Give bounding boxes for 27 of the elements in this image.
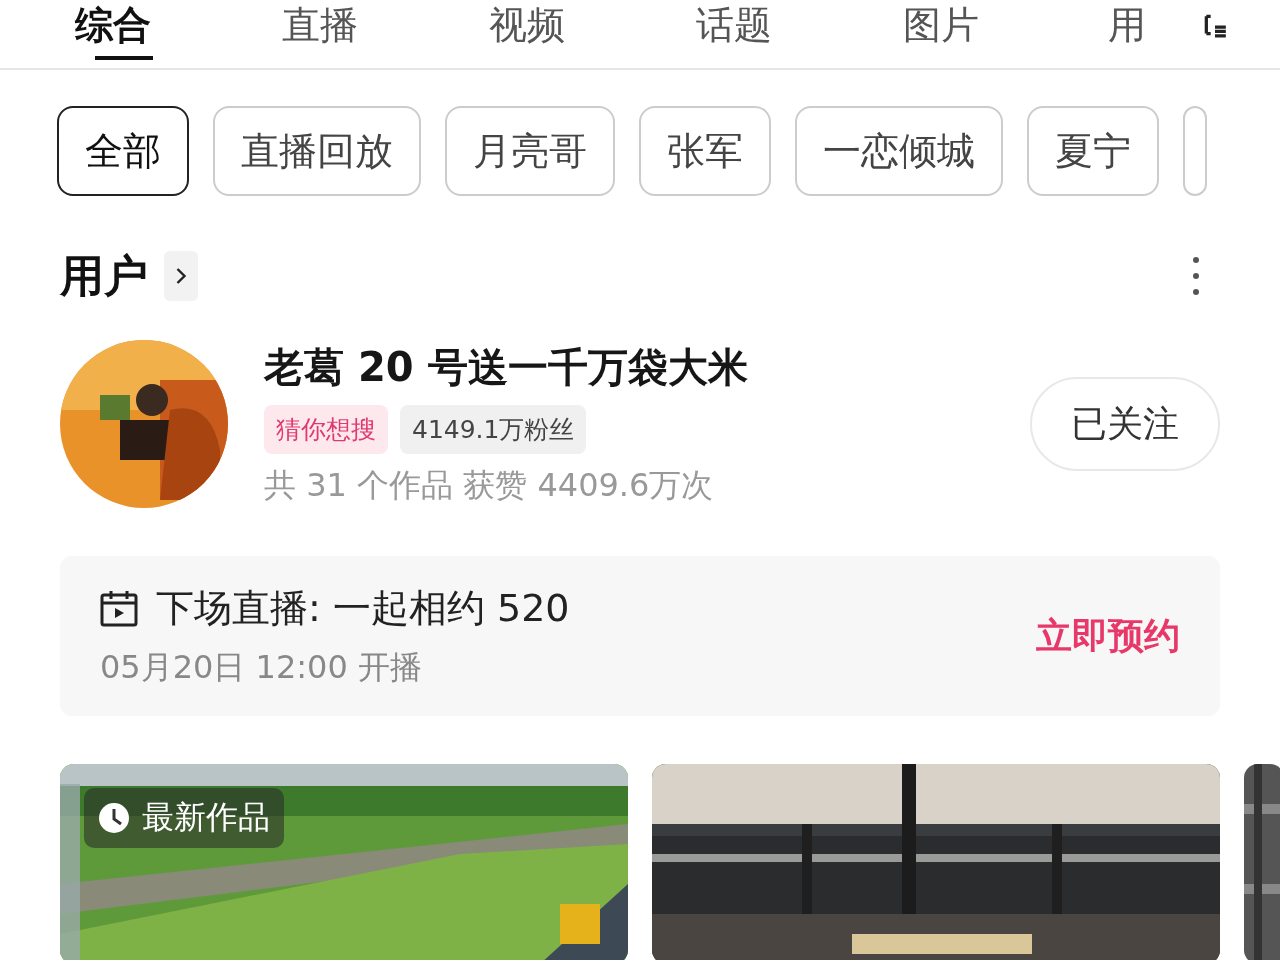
filter-chip[interactable]: 张军 bbox=[639, 106, 771, 196]
follow-button[interactable]: 已关注 bbox=[1030, 377, 1220, 471]
badge-text: 最新作品 bbox=[142, 797, 270, 838]
more-options-icon[interactable] bbox=[1192, 256, 1200, 296]
chevron-right-icon bbox=[174, 267, 188, 285]
filter-chip[interactable]: 全部 bbox=[57, 106, 189, 196]
tab[interactable]: 视频 bbox=[489, 2, 696, 62]
tab[interactable]: 图片 bbox=[903, 2, 1110, 62]
live-time: 05月20日 12:00 开播 bbox=[100, 646, 423, 688]
filter-icon[interactable] bbox=[1202, 14, 1228, 38]
user-stats: 共 31 个作品 获赞 4409.6万次 bbox=[264, 465, 715, 506]
reserve-link[interactable]: 立即预约 bbox=[1036, 611, 1180, 661]
user-name[interactable]: 老葛 20 号送一千万袋大米 bbox=[264, 340, 1030, 395]
live-title: 下场直播: 一起相约 520 bbox=[156, 584, 570, 632]
tab[interactable]: 直播 bbox=[282, 2, 489, 62]
section-title: 用户 bbox=[60, 248, 148, 303]
more-button[interactable] bbox=[164, 251, 198, 301]
filter-chip[interactable]: 直播回放 bbox=[213, 106, 421, 196]
clock-icon bbox=[98, 802, 130, 834]
suggestion-tag: 猜你想搜 bbox=[264, 405, 388, 454]
follower-count: 4149.1万粉丝 bbox=[400, 405, 587, 454]
calendar-icon bbox=[100, 589, 138, 627]
filter-chip[interactable]: 夏宁 bbox=[1027, 106, 1159, 196]
tab[interactable]: 用 bbox=[1108, 2, 1168, 62]
tab[interactable]: 话题 bbox=[696, 2, 903, 62]
filter-chip[interactable]: 一恋倾城 bbox=[795, 106, 1003, 196]
filter-chip[interactable]: 月亮哥 bbox=[445, 106, 615, 196]
